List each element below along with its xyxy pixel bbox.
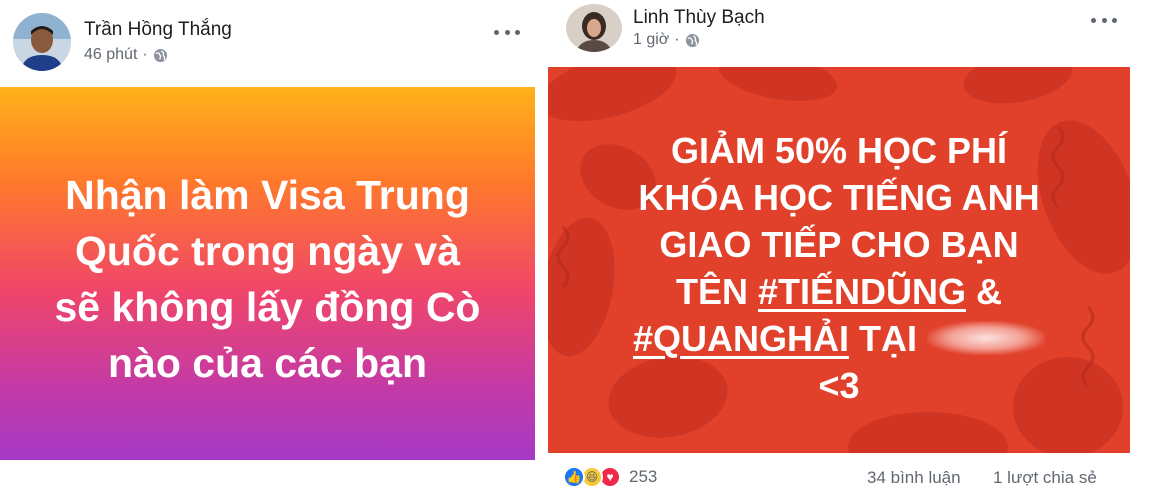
- hashtag-link[interactable]: #TIẾNDŨNG: [758, 271, 966, 312]
- banner-line: <3: [818, 365, 860, 406]
- post-time[interactable]: 46 phút: [84, 46, 137, 64]
- banner-text-segment: TẠI: [849, 318, 928, 359]
- post-card-right: Linh Thùy Bạch 1 giờ · GIẢM 50% HỌC PHÍ …: [545, 0, 1164, 504]
- banner-text: GIẢM 50% HỌC PHÍ KHÓA HỌC TIẾNG ANH GIAO…: [548, 67, 1130, 453]
- reaction-count[interactable]: 253: [629, 467, 657, 487]
- banner-line: nào của các bạn: [107, 339, 427, 386]
- more-options-icon[interactable]: [494, 24, 520, 40]
- banner-line: KHÓA HỌC TIẾNG ANH: [638, 177, 1040, 218]
- banner-line: TÊN #TIẾNDŨNG &: [548, 268, 1130, 315]
- banner-text: Nhận làm Visa Trung Quốc trong ngày và s…: [33, 167, 503, 391]
- hashtag-link[interactable]: #QUANGHẢI: [633, 318, 849, 359]
- post-meta: 46 phút ·: [84, 46, 168, 64]
- banner-line: Quốc trong ngày và: [75, 227, 460, 274]
- like-reaction-icon: 👍: [563, 466, 585, 488]
- reaction-summary[interactable]: 👍 😆 ♥ 253: [563, 466, 657, 488]
- banner-line: #QUANGHẢI TẠI: [548, 315, 1130, 362]
- banner-line: Nhận làm Visa Trung: [65, 171, 470, 218]
- meta-separator: ·: [142, 46, 148, 63]
- post-time[interactable]: 1 giờ: [633, 31, 669, 49]
- post-background-banner: Nhận làm Visa Trung Quốc trong ngày và s…: [0, 87, 535, 460]
- banner-line: GIẢM 50% HỌC PHÍ: [670, 130, 1008, 171]
- more-options-icon[interactable]: [1091, 12, 1117, 28]
- post-meta: 1 giờ ·: [633, 31, 700, 49]
- post-footer: 👍 😆 ♥ 253 34 bình luận 1 lượt chia sẻ: [563, 464, 1123, 494]
- banner-line: GIAO TIẾP CHO BẠN: [659, 224, 1019, 265]
- globe-icon: [685, 33, 699, 47]
- globe-icon: [153, 48, 167, 62]
- post-background-banner: GIẢM 50% HỌC PHÍ KHÓA HỌC TIẾNG ANH GIAO…: [548, 67, 1130, 453]
- blurred-text-region: [927, 321, 1046, 355]
- comments-count-link[interactable]: 34 bình luận: [867, 468, 961, 488]
- meta-separator: ·: [674, 31, 680, 48]
- banner-text-segment: TÊN: [675, 271, 758, 312]
- banner-line: sẽ không lấy đồng Cò: [54, 283, 481, 330]
- author-avatar[interactable]: [13, 13, 71, 71]
- author-avatar[interactable]: [566, 4, 622, 52]
- post-card-left: Trần Hồng Thắng 46 phút · Nhận làm Visa …: [0, 0, 545, 504]
- author-name[interactable]: Trần Hồng Thắng: [84, 19, 232, 41]
- shares-count-link[interactable]: 1 lượt chia sẻ: [993, 468, 1097, 488]
- banner-text-segment: &: [966, 271, 1003, 312]
- author-name[interactable]: Linh Thùy Bạch: [633, 7, 765, 29]
